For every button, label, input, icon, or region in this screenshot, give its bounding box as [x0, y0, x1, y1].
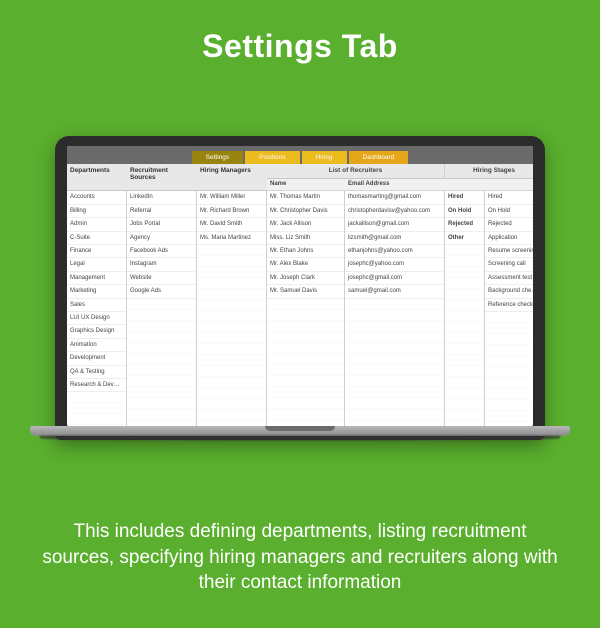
table-row: Marketing: [67, 285, 126, 298]
table-row: LUI UX Design: [67, 312, 126, 325]
tab-settings[interactable]: Settings: [192, 151, 244, 164]
table-row: Screening call: [485, 258, 533, 271]
header-departments: Departments: [67, 164, 127, 191]
table-row: samuel@gmail.com: [345, 285, 444, 298]
col-stage-labels: Hired On Hold Rejected Other: [445, 191, 485, 426]
tab-bar: Settings Positions Hiring Dashboard: [67, 146, 533, 164]
header-sources: Recruitment Sources: [127, 164, 197, 191]
laptop-mockup: Settings Positions Hiring Dashboard Depa…: [55, 136, 545, 440]
table-row: Mr. Ethan Johns: [267, 245, 344, 258]
table-row: Assessment test: [485, 272, 533, 285]
table-row: Development: [67, 352, 126, 365]
subheader-stage-key: [445, 179, 485, 191]
table-row: Referral: [127, 205, 196, 218]
settings-sheet: Departments Recruitment Sources Hiring M…: [67, 164, 533, 426]
table-row: Mr. Christopher Davis: [267, 205, 344, 218]
table-row: josephc@yahoo.com: [345, 258, 444, 271]
table-row: Mr. Richard Brown: [197, 205, 266, 218]
col-departments: Accounts Billing Admin C-Suite Finance L…: [67, 191, 127, 426]
table-row: Application: [485, 232, 533, 245]
table-row: Resume screening: [485, 245, 533, 258]
table-row: Ms. Maria Martinez: [197, 232, 266, 245]
caption-text: This includes defining departments, list…: [40, 519, 560, 596]
table-row: Google Ads: [127, 285, 196, 298]
header-stages: Hiring Stages: [445, 164, 533, 179]
table-row: Accounts: [67, 191, 126, 204]
table-row: Legal: [67, 258, 126, 271]
tab-hiring[interactable]: Hiring: [302, 151, 347, 164]
table-row: QA & Testing: [67, 366, 126, 379]
table-row: Jobs Portal: [127, 218, 196, 231]
header-managers: Hiring Managers: [197, 164, 267, 191]
table-row: jackallison@gmail.com: [345, 218, 444, 231]
table-row: Website: [127, 272, 196, 285]
header-recruiters: List of Recruiters: [267, 164, 445, 179]
table-row: Sales: [67, 299, 126, 312]
table-row: Rejected: [445, 218, 484, 231]
table-row: Mr. David Smith: [197, 218, 266, 231]
table-row: Finance: [67, 245, 126, 258]
table-row: C-Suite: [67, 232, 126, 245]
table-row: Facebook Ads: [127, 245, 196, 258]
table-row: ethanjohns@yahoo.com: [345, 245, 444, 258]
tab-dashboard[interactable]: Dashboard: [349, 151, 409, 164]
table-row: Instagram: [127, 258, 196, 271]
table-row: Mr. Samuel Davis: [267, 285, 344, 298]
table-row: Rejected: [485, 218, 533, 231]
col-recruiter-names: Mr. Thomas Martin Mr. Christopher Davis …: [267, 191, 345, 426]
laptop-bezel: Settings Positions Hiring Dashboard Depa…: [55, 136, 545, 440]
table-row: On Hold: [485, 205, 533, 218]
table-row: Billing: [67, 205, 126, 218]
table-row: Management: [67, 272, 126, 285]
col-managers: Mr. William Miller Mr. Richard Brown Mr.…: [197, 191, 267, 426]
table-row: LinkedIn: [127, 191, 196, 204]
table-row: christopherdavisv@yahoo.com: [345, 205, 444, 218]
table-row: Mr. Joseph Clark: [267, 272, 344, 285]
table-row: josephc@gmail.com: [345, 272, 444, 285]
page-title: Settings Tab: [0, 28, 600, 65]
table-row: thomasmarting@gmail.com: [345, 191, 444, 204]
col-sources: LinkedIn Referral Jobs Portal Agency Fac…: [127, 191, 197, 426]
table-row: Mr. William Miller: [197, 191, 266, 204]
table-row: Agency: [127, 232, 196, 245]
table-row: Mr. Jack Allison: [267, 218, 344, 231]
table-row: Background checks: [485, 285, 533, 298]
col-recruiter-emails: thomasmarting@gmail.com christopherdavis…: [345, 191, 445, 426]
table-row: Other: [445, 232, 484, 245]
table-row: lizsmith@gmail.com: [345, 232, 444, 245]
col-stages: Hired On Hold Rejected Application Resum…: [485, 191, 533, 426]
table-row: Reference checks: [485, 299, 533, 312]
table-row: Hired: [485, 191, 533, 204]
laptop-base: [30, 426, 570, 442]
table-row: On Hold: [445, 205, 484, 218]
table-row: Research & Development: [67, 379, 126, 392]
table-row: Mr. Alex Blake: [267, 258, 344, 271]
subheader-name: Name: [267, 179, 345, 191]
table-row: Mr. Thomas Martin: [267, 191, 344, 204]
table-row: Hired: [445, 191, 484, 204]
table-row: Animation: [67, 339, 126, 352]
subheader-stage-val: [485, 179, 533, 191]
table-row: Graphics Design: [67, 325, 126, 338]
table-row: Admin: [67, 218, 126, 231]
table-row: Miss. Liz Smith: [267, 232, 344, 245]
tab-positions[interactable]: Positions: [245, 151, 299, 164]
subheader-email: Email Address: [345, 179, 445, 191]
app-screen: Settings Positions Hiring Dashboard Depa…: [67, 146, 533, 426]
